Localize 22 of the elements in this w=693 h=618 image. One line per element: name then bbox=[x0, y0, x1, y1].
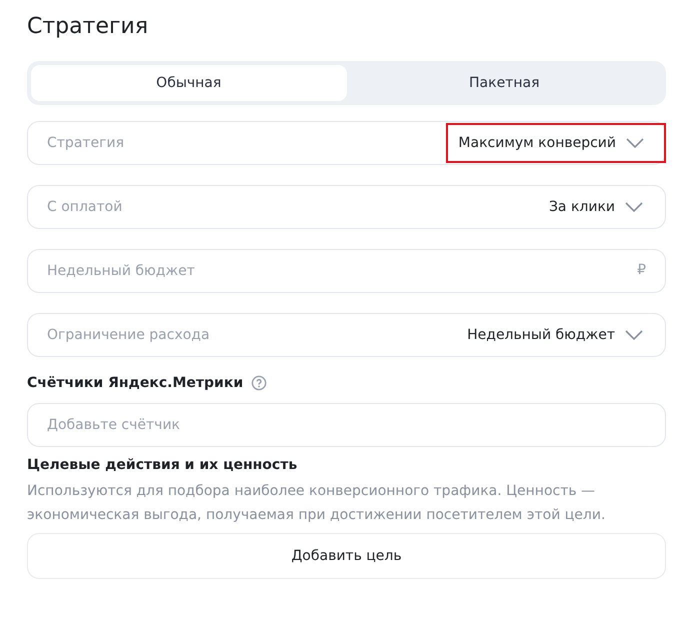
select-field[interactable]: Ограничение расхода Недельный бюджет bbox=[27, 313, 666, 357]
field-value: За клики bbox=[536, 187, 665, 227]
select-field[interactable]: С оплатой За клики bbox=[27, 185, 666, 229]
tab[interactable]: Пакетная bbox=[346, 65, 662, 101]
field-value: Недельный бюджет bbox=[455, 315, 665, 355]
currency-sign: ₽ bbox=[637, 262, 647, 278]
description-text: Используются для подбора наиболее конверсионного трафика. Ценность — экономическая выгода, получаемая при достижении посетителем этой цели. bbox=[27, 482, 606, 525]
field-value: Максимум конверсий bbox=[446, 123, 666, 163]
chevron-down-icon bbox=[625, 202, 643, 212]
field-label: С оплатой bbox=[47, 199, 124, 215]
input-field[interactable]: Добавьте счётчик bbox=[27, 403, 666, 447]
chevron-down-icon bbox=[626, 138, 644, 148]
help-icon[interactable] bbox=[251, 375, 268, 391]
section-heading: Целевые действия и их ценность bbox=[27, 457, 298, 475]
section-label: Счётчики Яндекс.Метрики bbox=[27, 375, 244, 391]
chevron-down-icon bbox=[625, 330, 643, 340]
field-label: Ограничение расхода bbox=[47, 327, 211, 343]
select-field[interactable]: Стратегия Максимум конверсий bbox=[27, 121, 666, 165]
page-title: Стратегия bbox=[27, 13, 150, 41]
field-label: Стратегия bbox=[47, 135, 126, 151]
tab[interactable]: Обычная bbox=[31, 65, 346, 101]
add-goal-button[interactable]: Добавить цель bbox=[27, 533, 666, 579]
